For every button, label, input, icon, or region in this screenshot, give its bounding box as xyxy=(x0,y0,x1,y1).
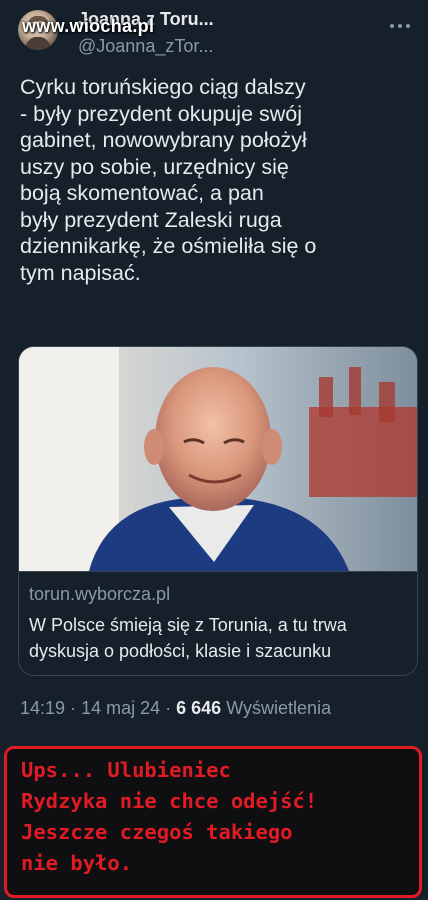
meme-caption-text: Ups... Ulubieniec Rydzyka nie chce odejś… xyxy=(21,758,318,875)
tweet-meta: 14:19 · 14 maj 24 · 6 646 Wyświetlenia xyxy=(20,698,331,719)
meta-separator: · xyxy=(70,698,82,718)
author-handle[interactable]: @Joanna_zTor... xyxy=(78,36,213,57)
link-card-meta: torun.wyborcza.pl W Polsce śmieją się z … xyxy=(19,571,417,675)
link-card-image[interactable] xyxy=(19,347,417,571)
more-options-icon[interactable] xyxy=(390,24,410,30)
link-card-domain: torun.wyborcza.pl xyxy=(29,584,171,604)
tweet-header: Joanna z Toru... @Joanna_zTor... www.wio… xyxy=(0,0,428,62)
meme-caption-box: Ups... Ulubieniec Rydzyka nie chce odejś… xyxy=(4,746,422,898)
tweet-date[interactable]: 14 maj 24 xyxy=(81,698,160,718)
link-card-title: W Polsce śmieją się z Torunia, a tu trwa… xyxy=(29,615,347,661)
views-label: Wyświetlenia xyxy=(226,698,332,718)
man-photo-image xyxy=(19,347,417,571)
views-count: 6 646 xyxy=(176,698,222,718)
tweet-time[interactable]: 14:19 xyxy=(20,698,65,718)
watermark-text: www.wiocha.pl xyxy=(22,16,155,36)
link-card[interactable]: torun.wyborcza.pl W Polsce śmieją się z … xyxy=(18,346,418,676)
tweet-text: Cyrku toruńskiego ciąg dalszy - były pre… xyxy=(20,75,317,285)
meta-separator: · xyxy=(165,698,177,718)
